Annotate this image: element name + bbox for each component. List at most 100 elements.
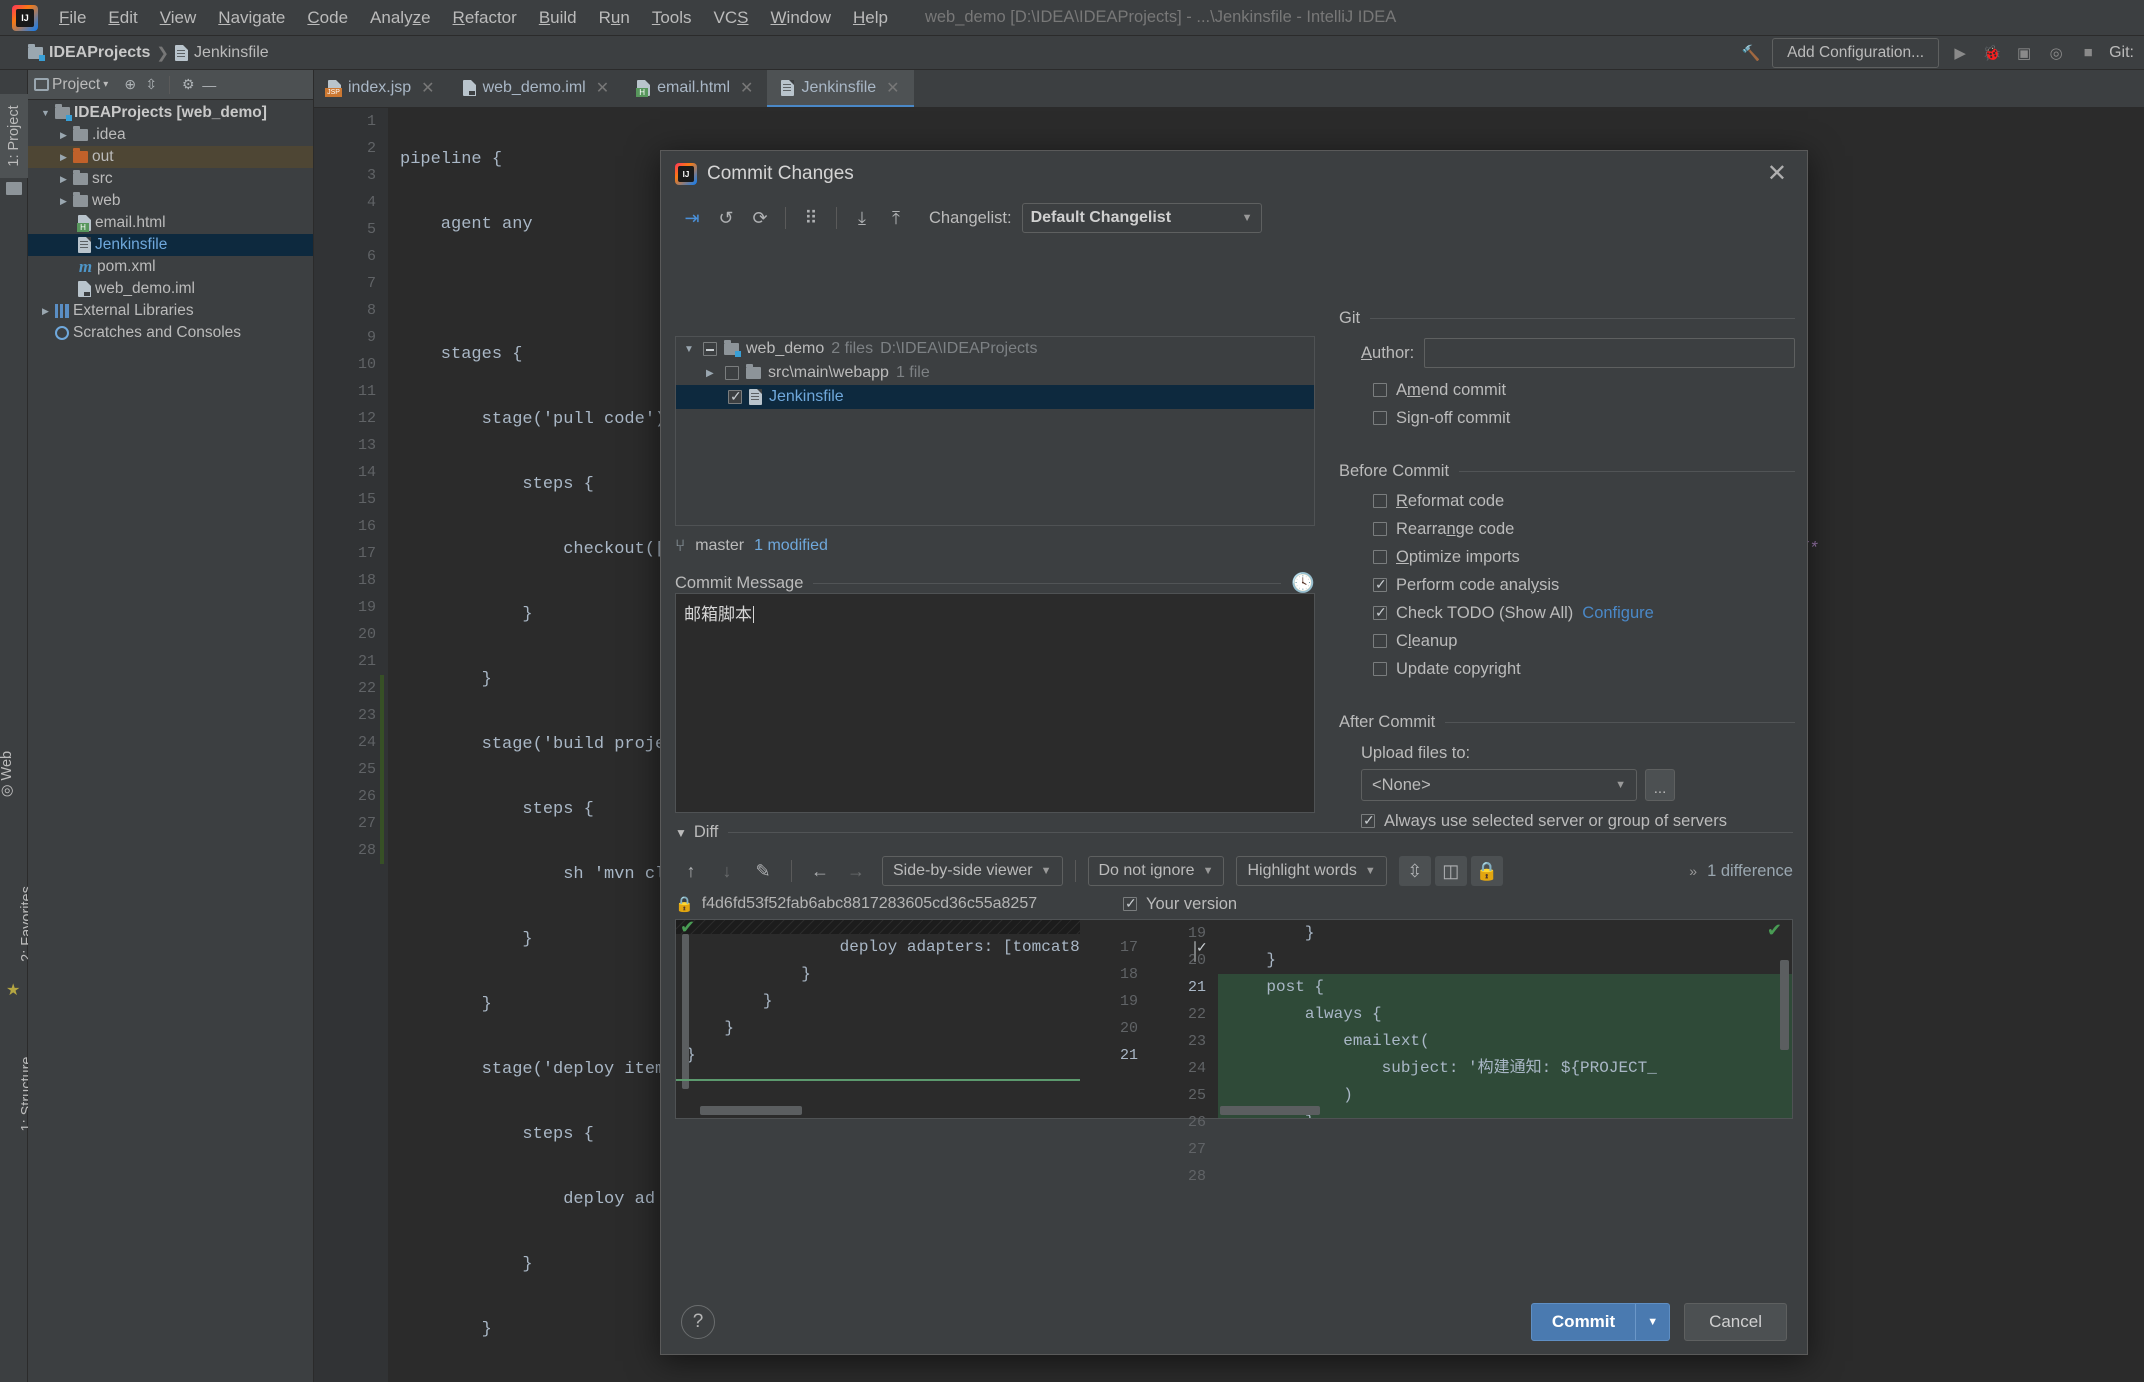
hammer-build-icon[interactable]: 🔨 bbox=[1740, 42, 1762, 64]
run-coverage-icon[interactable]: ▣ bbox=[2013, 42, 2035, 64]
clock-history-icon[interactable]: 🕓 bbox=[1291, 571, 1315, 595]
accept-change-checkbox[interactable] bbox=[1194, 941, 1196, 962]
checkbox-optimize-imports[interactable]: Optimize imports bbox=[1339, 543, 1795, 571]
close-icon[interactable]: ✕ bbox=[886, 78, 899, 98]
diff-viewer[interactable]: ✔ deploy adapters: [tomcat8(cr } } } } 1… bbox=[675, 919, 1793, 1185]
ignore-mode-select[interactable]: Do not ignore ▼ bbox=[1087, 856, 1225, 886]
edit-source-icon[interactable]: ✎ bbox=[747, 856, 779, 886]
close-icon[interactable]: ✕ bbox=[421, 78, 434, 98]
checkbox-unchecked[interactable] bbox=[1373, 411, 1387, 425]
tree-item-jenkinsfile[interactable]: Jenkinsfile bbox=[28, 234, 313, 256]
checkbox-amend-commit[interactable]: Amend commit bbox=[1339, 376, 1795, 404]
changed-files-tree[interactable]: ▼ web_demo 2 files D:\IDEA\IDEAProjects … bbox=[675, 336, 1315, 526]
lock-icon[interactable]: 🔒 bbox=[1470, 856, 1503, 886]
checkbox-partial[interactable] bbox=[703, 342, 717, 356]
menu-run[interactable]: Run bbox=[588, 4, 641, 32]
author-field[interactable] bbox=[1424, 338, 1795, 368]
tree-row-jenkinsfile[interactable]: Jenkinsfile bbox=[676, 385, 1314, 409]
checkbox-cleanup[interactable]: Cleanup bbox=[1339, 627, 1795, 655]
breadcrumb-file[interactable]: Jenkinsfile bbox=[194, 44, 269, 62]
close-icon[interactable]: ✕ bbox=[596, 78, 609, 98]
changelist-select[interactable]: Default Changelist ▼ bbox=[1021, 203, 1262, 233]
browse-servers-button[interactable]: ... bbox=[1645, 769, 1675, 801]
checkbox-unchecked[interactable] bbox=[1373, 662, 1387, 676]
checkbox-check-todo[interactable]: Check TODO (Show All) Configure bbox=[1339, 599, 1795, 627]
accept-right-icon[interactable]: → bbox=[840, 856, 872, 886]
checkbox-unchecked[interactable] bbox=[1373, 383, 1387, 397]
group-by-icon[interactable]: ⠿ bbox=[794, 203, 828, 233]
viewer-mode-select[interactable]: Side-by-side viewer ▼ bbox=[882, 856, 1063, 886]
checkbox-checked[interactable] bbox=[1373, 576, 1387, 593]
tree-item-web[interactable]: ▶ web bbox=[28, 190, 313, 212]
breadcrumb-project[interactable]: IDEAProjects bbox=[49, 44, 150, 62]
move-to-changelist-icon[interactable]: ⇥ bbox=[675, 203, 709, 233]
checkbox-unchecked[interactable] bbox=[1373, 550, 1387, 564]
tree-item-idea[interactable]: ▶ .idea bbox=[28, 124, 313, 146]
highlight-mode-select[interactable]: Highlight words ▼ bbox=[1236, 856, 1387, 886]
tool-tab-web[interactable]: ◎ Web bbox=[0, 739, 21, 809]
diff-left-pane[interactable]: ✔ deploy adapters: [tomcat8(cr } } } } bbox=[676, 920, 1080, 1118]
menu-analyze[interactable]: Analyze bbox=[359, 4, 442, 32]
target-locate-icon[interactable]: ⊕ bbox=[121, 76, 139, 94]
menu-tools[interactable]: Tools bbox=[641, 4, 703, 32]
profile-icon[interactable]: ◎ bbox=[2045, 42, 2067, 64]
diff-right-pane[interactable]: ✔ } } post { always { emailext( subject:… bbox=[1218, 920, 1792, 1118]
scrollbar-thumb[interactable] bbox=[682, 934, 689, 1089]
chevron-down-icon[interactable]: ▼ bbox=[675, 826, 687, 840]
accept-left-icon[interactable]: ← bbox=[804, 856, 836, 886]
collapse-all-icon[interactable]: ⤒ bbox=[879, 203, 913, 233]
chevron-down-icon[interactable]: ▼ bbox=[1635, 1304, 1669, 1340]
horizontal-scrollbar[interactable] bbox=[700, 1106, 802, 1115]
stop-icon[interactable]: ■ bbox=[2077, 42, 2099, 64]
menu-view[interactable]: View bbox=[149, 4, 208, 32]
tree-item-src[interactable]: ▶ src bbox=[28, 168, 313, 190]
horizontal-scrollbar[interactable] bbox=[1220, 1106, 1320, 1115]
menu-build[interactable]: Build bbox=[528, 4, 588, 32]
tree-row-src-main-webapp[interactable]: ▶ src\main\webapp 1 file bbox=[676, 361, 1314, 385]
chevron-down-icon[interactable]: ▼ bbox=[40, 108, 51, 119]
checkbox-checked[interactable] bbox=[1123, 895, 1137, 912]
chevron-right-icon[interactable]: ▶ bbox=[40, 306, 51, 317]
tree-item-pom-xml[interactable]: m pom.xml bbox=[28, 256, 313, 278]
close-icon[interactable]: ✕ bbox=[1761, 162, 1793, 186]
checkbox-sign-off-commit[interactable]: Sign-off commit bbox=[1339, 404, 1795, 432]
chevron-double-right-icon[interactable]: » bbox=[1689, 863, 1697, 879]
next-difference-icon[interactable]: ↓ bbox=[711, 856, 743, 886]
run-icon[interactable]: ▶ bbox=[1949, 42, 1971, 64]
cancel-button[interactable]: Cancel bbox=[1684, 1303, 1787, 1341]
menu-help[interactable]: Help bbox=[842, 4, 899, 32]
chevron-down-icon[interactable]: ▼ bbox=[684, 344, 696, 355]
diff-section-header[interactable]: ▼ Diff bbox=[675, 823, 1793, 842]
minimize-icon[interactable]: — bbox=[200, 76, 218, 94]
chevron-right-icon[interactable]: ▶ bbox=[58, 196, 69, 207]
chevron-right-icon[interactable]: ▶ bbox=[706, 368, 718, 379]
tree-item-external-libraries[interactable]: ▶ External Libraries bbox=[28, 300, 313, 322]
debug-icon[interactable]: 🐞 bbox=[1981, 42, 2003, 64]
checkbox-checked[interactable] bbox=[728, 388, 742, 405]
checkbox-unchecked[interactable] bbox=[1373, 634, 1387, 648]
help-button[interactable]: ? bbox=[681, 1305, 715, 1339]
commit-message-input[interactable]: 邮箱脚本 bbox=[675, 593, 1315, 813]
project-panel-title[interactable]: Project bbox=[52, 76, 100, 94]
checkbox-rearrange-code[interactable]: Rearrange code bbox=[1339, 515, 1795, 543]
tree-item-out[interactable]: ▶ out bbox=[28, 146, 313, 168]
collapse-unchanged-icon[interactable]: ⇳ bbox=[1398, 856, 1431, 886]
checkbox-update-copyright[interactable]: Update copyright bbox=[1339, 655, 1795, 683]
configure-link[interactable]: Configure bbox=[1582, 604, 1654, 623]
chevron-right-icon[interactable]: ▶ bbox=[58, 130, 69, 141]
checkbox-reformat-code[interactable]: Reformat code bbox=[1339, 487, 1795, 515]
upload-server-select[interactable]: <None> ▼ bbox=[1361, 769, 1637, 801]
gear-icon[interactable]: ⚙ bbox=[179, 76, 197, 94]
prev-difference-icon[interactable]: ↑ bbox=[675, 856, 707, 886]
menu-vcs[interactable]: VCS bbox=[703, 4, 760, 32]
checkbox-checked[interactable] bbox=[1373, 604, 1387, 621]
menu-window[interactable]: Window bbox=[760, 4, 842, 32]
tab-email-html[interactable]: email.html ✕ bbox=[623, 70, 767, 107]
add-configuration-button[interactable]: Add Configuration... bbox=[1772, 37, 1940, 68]
tab-jenkinsfile[interactable]: Jenkinsfile ✕ bbox=[767, 70, 914, 107]
refresh-icon[interactable]: ⟳ bbox=[743, 203, 777, 233]
checkbox-unchecked[interactable] bbox=[725, 366, 739, 380]
checkbox-unchecked[interactable] bbox=[1373, 494, 1387, 508]
tab-index-jsp[interactable]: index.jsp ✕ bbox=[314, 70, 449, 107]
menu-file[interactable]: File bbox=[48, 4, 97, 32]
